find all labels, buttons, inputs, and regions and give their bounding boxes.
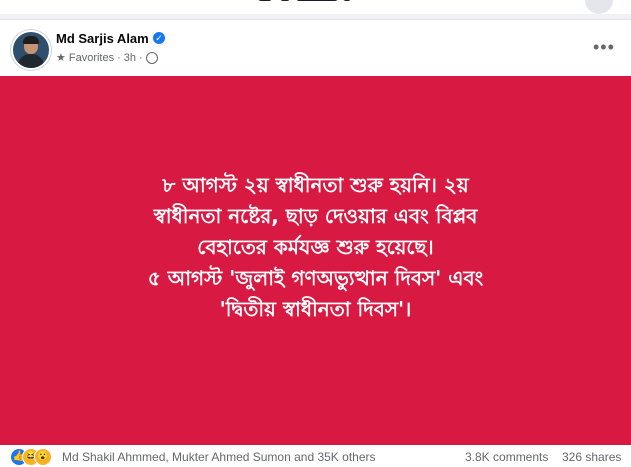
post-text-background[interactable]: ৮ আগস্ট ২য় স্বাধীনতা শুরু হয়নি। ২য় স্… xyxy=(0,76,631,445)
reactions-bar: 👍 😆 😮 Md Shakil Ahmmed, Mukter Ahmed Sum… xyxy=(0,445,631,467)
more-options-button[interactable]: ••• xyxy=(593,38,615,56)
cropped-glyph xyxy=(343,0,351,1)
shares-count[interactable]: 326 shares xyxy=(562,450,621,464)
previous-post-cropped-text xyxy=(0,0,631,14)
post-text: ৮ আগস্ট ২য় স্বাধীনতা শুরু হয়নি। ২য় স্… xyxy=(147,173,484,321)
comments-count[interactable]: 3.8K comments xyxy=(465,450,548,464)
post-meta: ★ Favorites · 3h · xyxy=(56,51,158,64)
avatar-hair xyxy=(23,36,39,44)
cropped-glyph xyxy=(258,0,272,1)
star-icon: ★ xyxy=(56,52,66,64)
post-time[interactable]: 3h xyxy=(124,52,136,64)
cropped-glyph xyxy=(280,0,290,1)
cropped-glyph xyxy=(296,0,338,1)
wow-icon: 😮 xyxy=(34,448,52,466)
post-header: Md Sarjis Alam ✓ ★ Favorites · 3h · ••• xyxy=(0,20,631,76)
previous-post-edge xyxy=(0,0,631,14)
meta-separator: · xyxy=(117,51,121,64)
avatar[interactable] xyxy=(11,30,51,70)
post-card: Md Sarjis Alam ✓ ★ Favorites · 3h · ••• … xyxy=(0,19,631,467)
globe-icon xyxy=(145,51,158,64)
meta-separator: · xyxy=(139,51,143,64)
verified-badge-icon: ✓ xyxy=(153,32,165,44)
reaction-names[interactable]: Md Shakil Ahmmed, Mukter Ahmed Sumon and… xyxy=(62,450,376,464)
avatar-body xyxy=(18,54,44,68)
audience-label[interactable]: Favorites xyxy=(69,52,114,64)
reaction-icons[interactable]: 👍 😆 😮 xyxy=(10,448,58,466)
author-name[interactable]: Md Sarjis Alam xyxy=(56,31,149,46)
